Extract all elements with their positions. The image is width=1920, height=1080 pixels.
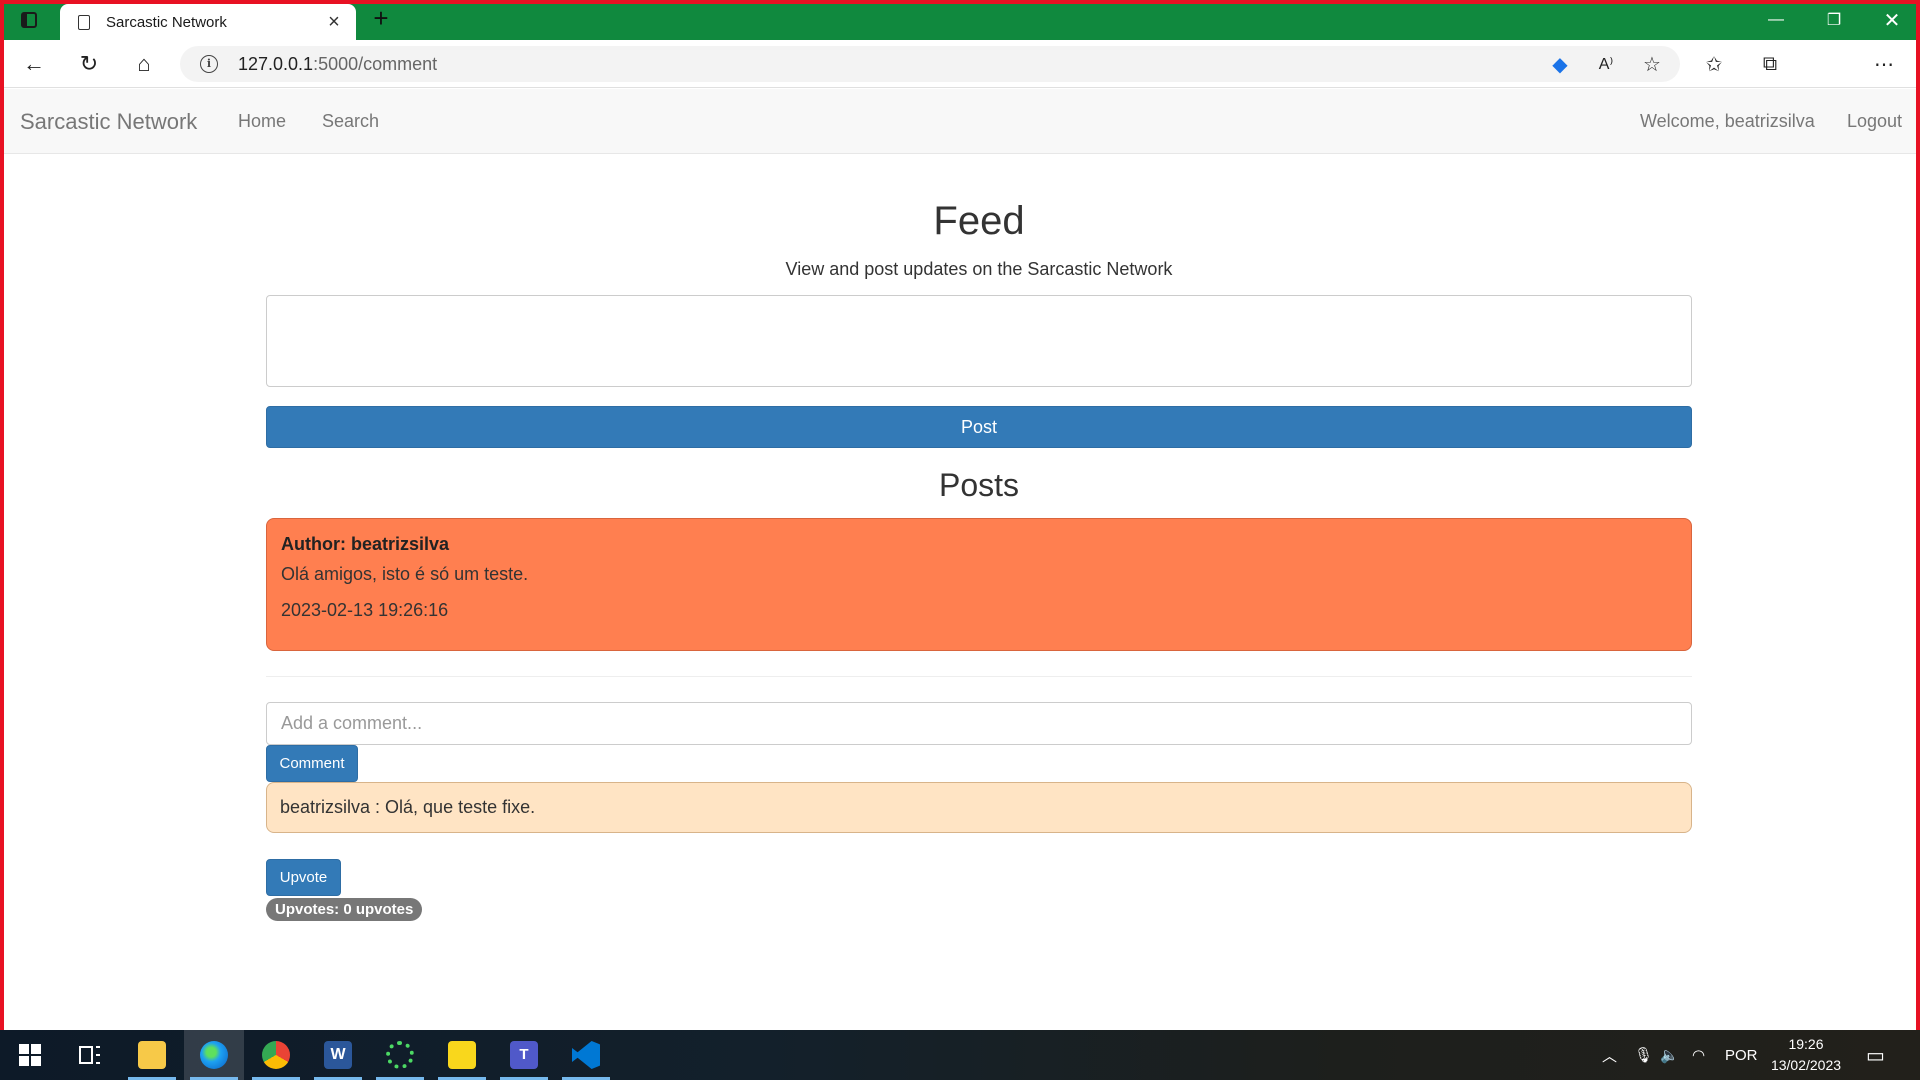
sidebar-toggle-button[interactable] xyxy=(0,0,58,40)
posts-title: Posts xyxy=(938,467,1020,503)
task-view-button[interactable] xyxy=(60,1030,120,1080)
feed-title: Feed xyxy=(933,199,1025,243)
show-hidden-icons[interactable]: ︿ xyxy=(1602,1030,1617,1080)
add-favorite-icon[interactable]: ☆ xyxy=(1638,50,1666,78)
shopping-tag-icon[interactable]: ◆ xyxy=(1546,50,1574,78)
more-options-icon[interactable]: ⋯ xyxy=(1870,50,1898,78)
info-icon[interactable]: i xyxy=(200,55,218,73)
chrome-icon xyxy=(262,1041,290,1069)
refresh-icon[interactable]: ↻ xyxy=(71,46,107,82)
folder-icon xyxy=(138,1041,166,1069)
taskbar-chrome[interactable] xyxy=(246,1030,306,1080)
start-button[interactable] xyxy=(0,1030,60,1080)
taskbar-teams[interactable]: T xyxy=(494,1030,554,1080)
vscode-icon xyxy=(572,1041,600,1069)
taskbar-word[interactable]: W xyxy=(308,1030,368,1080)
home-icon[interactable]: ⌂ xyxy=(126,46,162,82)
post-button[interactable]: Post xyxy=(266,406,1692,448)
collections-icon[interactable]: ⧉ xyxy=(1756,50,1784,78)
post-date: 2023-02-13 19:26:16 xyxy=(281,600,449,620)
clock-time: 19:26 xyxy=(1788,1036,1824,1052)
tab-title: Sarcastic Network xyxy=(106,13,227,31)
favorites-icon[interactable]: ✩ xyxy=(1700,50,1728,78)
comment-button[interactable]: Comment xyxy=(266,745,358,782)
new-post-textarea[interactable] xyxy=(266,295,1692,387)
restore-button[interactable]: ❐ xyxy=(1806,0,1862,40)
welcome-text: Welcome, beatrizsilva xyxy=(1640,111,1815,131)
address-bar[interactable]: i 127.0.0.1:5000/comment xyxy=(180,46,1680,82)
new-tab-button[interactable]: + xyxy=(368,5,394,32)
taskbar-edge[interactable] xyxy=(184,1030,244,1080)
read-aloud-icon[interactable]: A⁾ xyxy=(1592,50,1620,78)
sticky-notes-icon xyxy=(448,1041,476,1069)
browser-tab[interactable]: Sarcastic Network × xyxy=(60,4,356,40)
edge-icon xyxy=(200,1041,228,1069)
task-view-icon xyxy=(79,1046,100,1064)
microphone-icon[interactable]: 🎙 xyxy=(1634,1030,1653,1080)
feed-subtitle: View and post updates on the Sarcastic N… xyxy=(785,259,1173,279)
upvote-button[interactable]: Upvote xyxy=(266,859,341,896)
post-text: Olá amigos, isto é só um teste. xyxy=(281,564,529,584)
windows-taskbar: W T ︿ 🎙 🔈 ◠ POR 19:26 13/02/2023 ▭ xyxy=(0,1030,1920,1080)
browser-titlebar: Sarcastic Network × + — ❐ ✕ xyxy=(0,0,1920,40)
browser-toolbar: ← ↻ ⌂ i 127.0.0.1:5000/comment ◆ A⁾ ☆ ✩ … xyxy=(0,40,1920,120)
post-card: Author: beatrizsilva Olá amigos, isto é … xyxy=(266,518,1692,651)
url-text: 127.0.0.1:5000/comment xyxy=(238,53,438,74)
close-window-button[interactable]: ✕ xyxy=(1864,0,1920,40)
post-author: Author: beatrizsilva xyxy=(281,534,450,554)
back-icon[interactable]: ← xyxy=(16,46,52,82)
taskbar-app-green[interactable] xyxy=(370,1030,430,1080)
divider xyxy=(266,676,1692,677)
notifications-icon[interactable]: ▭ xyxy=(1866,1030,1885,1080)
wifi-icon[interactable]: ◠ xyxy=(1692,1030,1705,1080)
taskbar-file-explorer[interactable] xyxy=(122,1030,182,1080)
minimize-button[interactable]: — xyxy=(1748,0,1804,40)
teams-icon: T xyxy=(510,1041,538,1069)
sidebar-icon xyxy=(21,12,37,28)
clock-date: 13/02/2023 xyxy=(1770,1057,1842,1073)
comment-item: beatrizsilva : Olá, que teste fixe. xyxy=(266,782,1692,833)
page-icon xyxy=(78,14,90,30)
loading-ring-icon xyxy=(386,1041,414,1069)
windows-logo-icon xyxy=(19,1044,41,1066)
nav-home-link[interactable]: Home xyxy=(238,111,286,132)
comment-input[interactable] xyxy=(266,702,1692,745)
nav-search-link[interactable]: Search xyxy=(322,111,379,132)
taskbar-vscode[interactable] xyxy=(556,1030,616,1080)
upvotes-badge: Upvotes: 0 upvotes xyxy=(266,898,423,921)
taskbar-clock[interactable]: 19:26 13/02/2023 xyxy=(1760,1034,1852,1076)
logout-link[interactable]: Logout xyxy=(1847,111,1902,132)
close-tab-icon[interactable]: × xyxy=(324,11,344,34)
brand-link[interactable]: Sarcastic Network xyxy=(20,109,197,135)
language-indicator[interactable]: POR xyxy=(1725,1030,1758,1080)
taskbar-sticky-notes[interactable] xyxy=(432,1030,492,1080)
word-icon: W xyxy=(324,1041,352,1069)
site-navbar: Sarcastic Network Home Search Welcome, b… xyxy=(4,89,1916,154)
volume-icon[interactable]: 🔈 xyxy=(1660,1030,1679,1080)
